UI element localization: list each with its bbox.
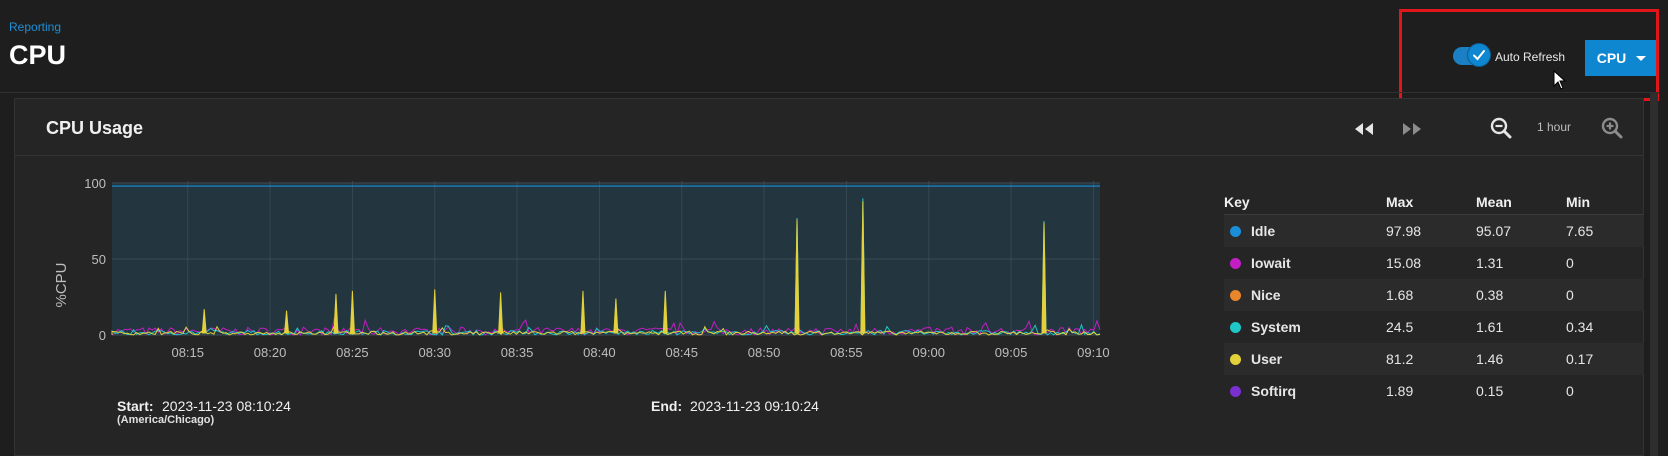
x-tick-label: 08:15 [171, 345, 204, 360]
legend-row-system[interactable]: System 24.5 1.61 0.34 [1224, 311, 1644, 343]
series-min: 0.34 [1566, 319, 1594, 335]
series-min: 0.17 [1566, 351, 1594, 367]
y-tick-label: 0 [99, 328, 106, 343]
highlight-box [1399, 9, 1659, 101]
series-mean: 95.07 [1476, 223, 1512, 239]
x-tick-label: 09:05 [995, 345, 1028, 360]
legend-row-nice[interactable]: Nice 1.68 0.38 0 [1224, 279, 1644, 311]
series-max: 81.2 [1386, 351, 1414, 367]
x-tick-label: 08:50 [748, 345, 781, 360]
x-tick-label: 08:35 [501, 345, 534, 360]
series-min: 0 [1566, 383, 1574, 399]
cpu-usage-chart[interactable]: %CPU 08:15 08:20 08:25 08:30 08:35 08:40 08:45… [40, 170, 1190, 370]
series-name: Nice [1251, 287, 1281, 303]
series-color-swatch [1230, 385, 1241, 397]
series-max: 1.89 [1386, 383, 1414, 399]
fast-forward-icon[interactable] [1401, 121, 1423, 137]
legend-row-user[interactable]: User 81.2 1.46 0.17 [1224, 343, 1644, 375]
y-tick-label: 100 [84, 176, 106, 191]
end-value: 2023-11-23 09:10:24 [690, 398, 819, 414]
series-mean: 0.38 [1476, 287, 1504, 303]
zoom-out-icon[interactable] [1490, 117, 1512, 139]
x-tick-label: 08:55 [830, 345, 863, 360]
series-name: Softirq [1251, 383, 1297, 399]
series-min: 7.65 [1566, 223, 1594, 239]
legend-row-iowait[interactable]: Iowait 15.08 1.31 0 [1224, 247, 1644, 279]
legend-header-row: Key Max Mean Min [1224, 190, 1644, 215]
series-name: Iowait [1251, 255, 1291, 271]
x-tick-label: 08:20 [254, 345, 287, 360]
start-label: Start: [117, 398, 154, 414]
card-header-divider [15, 155, 1643, 156]
timezone-label: (America/Chicago) [117, 414, 215, 426]
series-max: 1.68 [1386, 287, 1414, 303]
end-label: End: [651, 398, 683, 414]
legend-header-max: Max [1386, 194, 1414, 210]
series-mean: 0.15 [1476, 383, 1504, 399]
series-color-swatch [1230, 257, 1241, 269]
zoom-level-label: 1 hour [1537, 120, 1572, 134]
y-axis-label: %CPU [53, 262, 70, 307]
card-title: CPU Usage [46, 118, 144, 138]
breadcrumb-reporting[interactable]: Reporting [9, 20, 61, 34]
series-color-swatch [1230, 353, 1241, 365]
series-name: System [1251, 319, 1301, 335]
series-mean: 1.31 [1476, 255, 1504, 271]
legend-header-mean: Mean [1476, 194, 1512, 210]
series-max: 15.08 [1386, 255, 1422, 271]
y-tick-label: 50 [92, 252, 106, 267]
series-color-swatch [1230, 289, 1241, 301]
x-tick-label: 08:40 [583, 345, 616, 360]
x-tick-label: 09:10 [1077, 345, 1110, 360]
series-name: User [1251, 351, 1283, 367]
header-divider [0, 92, 1660, 93]
series-name: Idle [1251, 223, 1276, 239]
series-min: 0 [1566, 287, 1574, 303]
series-min: 0 [1566, 255, 1574, 271]
legend-table: Key Max Mean Min Idle 97.98 95.07 7.65 I… [1224, 190, 1644, 407]
x-tick-label: 08:45 [665, 345, 698, 360]
legend-row-idle[interactable]: Idle 97.98 95.07 7.65 [1224, 215, 1644, 247]
series-max: 97.98 [1386, 223, 1422, 239]
page-title: CPU [9, 40, 67, 70]
legend-header-min: Min [1566, 194, 1591, 210]
legend-header-key: Key [1224, 194, 1250, 210]
series-mean: 1.46 [1476, 351, 1504, 367]
series-mean: 1.61 [1476, 319, 1504, 335]
x-tick-label: 08:25 [336, 345, 369, 360]
start-value: 2023-11-23 08:10:24 [162, 398, 291, 414]
scrollbar[interactable] [1650, 92, 1658, 456]
series-color-swatch [1230, 321, 1241, 333]
legend-body: Idle 97.98 95.07 7.65 Iowait 15.08 1.31 … [1224, 215, 1644, 407]
x-tick-label: 08:30 [418, 345, 451, 360]
legend-row-softirq[interactable]: Softirq 1.89 0.15 0 [1224, 375, 1644, 407]
x-tick-label: 09:00 [912, 345, 945, 360]
mouse-cursor-icon [1553, 70, 1567, 90]
series-color-swatch [1230, 225, 1241, 237]
rewind-icon[interactable] [1353, 121, 1375, 137]
zoom-in-icon[interactable] [1601, 117, 1623, 139]
series-max: 24.5 [1386, 319, 1414, 335]
